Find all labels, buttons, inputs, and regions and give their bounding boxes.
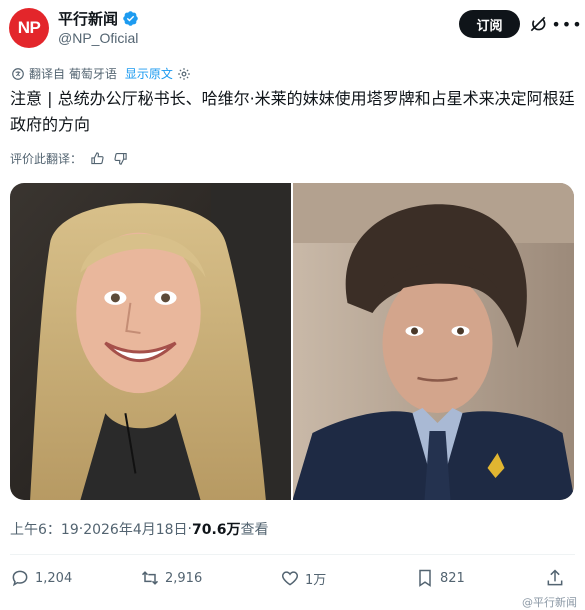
gear-icon[interactable] [177,67,191,81]
share-button[interactable] [545,568,565,588]
photo-woman[interactable] [10,183,291,500]
media-grid[interactable] [10,183,574,500]
like-button[interactable]: 1万 [280,568,415,588]
tweet-meta: 上午6：19 · 2026年4月18日 · 70.6万 查看 [10,519,269,539]
watermark: @平行新闻 [522,596,577,609]
reply-count: 1,204 [35,570,73,586]
heart-icon [280,568,300,588]
grok-icon[interactable] [528,14,548,34]
rate-translation-label: 评价此翻译： [10,152,83,166]
bookmark-button[interactable]: 821 [415,568,545,588]
show-original-link[interactable]: 显示原文 [125,65,173,82]
share-icon [545,568,565,588]
more-options-icon[interactable]: ••• [551,14,581,34]
author-name-row: 平行新闻 [58,8,139,29]
subscribe-button[interactable]: 订阅 [459,10,520,38]
tweet-text: 注意 | 总统办公厅秘书长、哈维尔·米莱的妹妹使用塔罗牌和占星术来决定阿根廷政府… [10,89,575,134]
repost-button[interactable]: 2,916 [140,568,280,588]
verified-badge-icon [122,10,139,27]
like-count: 1万 [305,572,327,588]
tweet-date[interactable]: 2026年4月18日 [83,519,187,539]
photo-man[interactable] [293,183,574,500]
repost-count: 2,916 [165,570,203,586]
author-handle[interactable]: @NP_Oficial [58,30,138,46]
divider [10,554,575,555]
view-count: 70.6万 [192,522,241,538]
translate-icon [11,67,25,81]
avatar[interactable]: NP [9,8,49,48]
tweet-time[interactable]: 上午6：19 [10,519,79,539]
display-name[interactable]: 平行新闻 [58,8,118,29]
avatar-logo-text: NP [17,18,41,37]
bookmark-count: 821 [440,570,465,586]
views-label: 查看 [240,522,269,538]
repost-icon [140,568,160,588]
translated-from-label: 翻译自 葡萄牙语 [29,67,117,81]
thumbs-up-icon[interactable] [90,151,105,166]
reply-icon [10,568,30,588]
reply-button[interactable]: 1,204 [10,568,140,588]
action-bar: 1,204 2,916 1万 821 [10,568,575,588]
thumbs-down-icon[interactable] [113,151,128,166]
rate-translation-row: 评价此翻译： [10,150,128,167]
translation-info: 翻译自 葡萄牙语 显示原文 [11,65,191,82]
bookmark-icon [415,568,435,588]
